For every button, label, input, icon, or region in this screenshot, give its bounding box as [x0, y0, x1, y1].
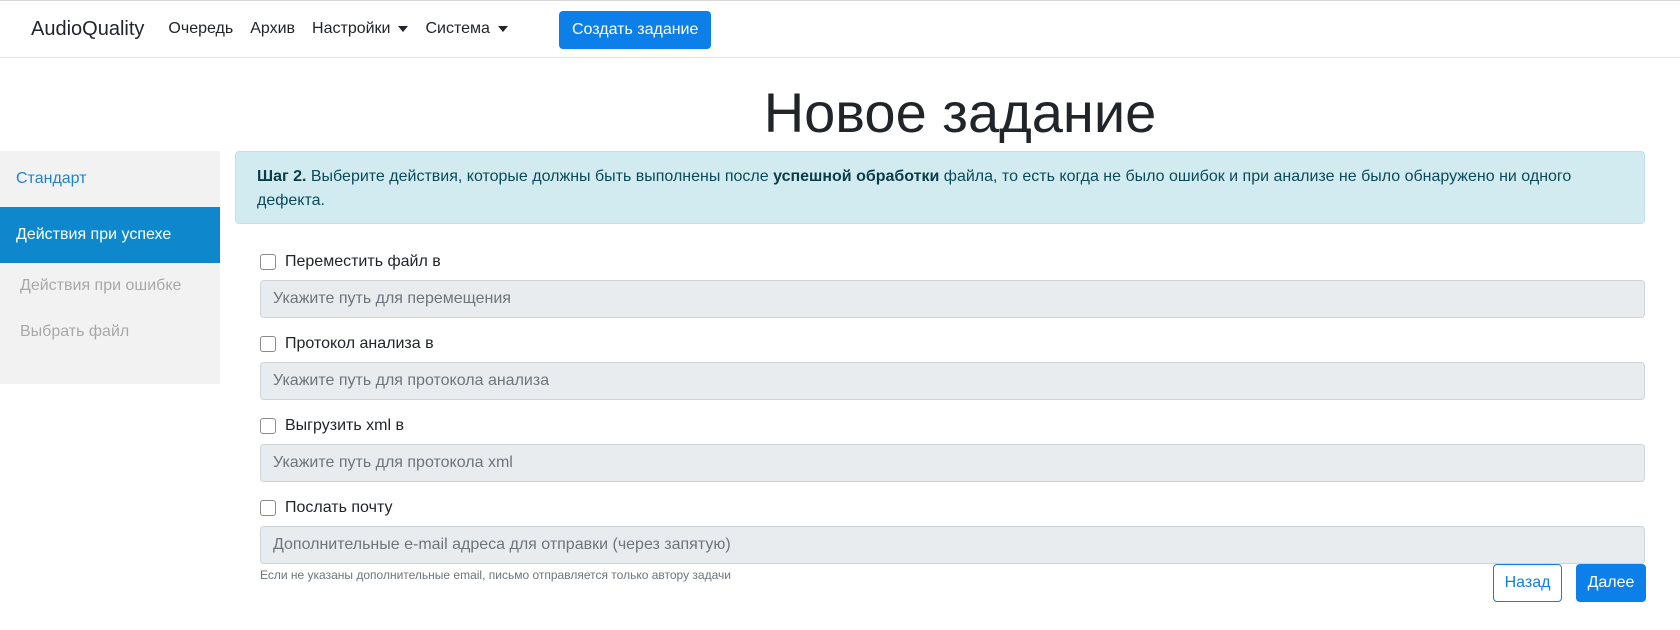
brand-logo[interactable]: AudioQuality	[31, 18, 144, 41]
sidebar-item-standard[interactable]: Стандарт	[0, 151, 220, 207]
mail-checkbox[interactable]	[260, 500, 276, 516]
move-file-group: Переместить файл в Укажите путь для пере…	[260, 250, 1645, 318]
nav-link-queue[interactable]: Очередь	[168, 20, 233, 38]
move-file-checkbox[interactable]	[260, 254, 276, 270]
nav-link-archive[interactable]: Архив	[250, 20, 295, 38]
sidebar-item-select-file: Выбрать файл	[20, 323, 130, 340]
alert-text-before: Выберите действия, которые должны быть в…	[306, 168, 774, 185]
info-alert: Шаг 2. Выберите действия, которые должны…	[235, 151, 1645, 224]
next-button[interactable]: Далее	[1576, 564, 1646, 602]
caret-down-icon	[398, 26, 409, 32]
protocol-label: Протокол анализа в	[285, 335, 434, 352]
xml-option[interactable]: Выгрузить xml в	[260, 414, 1645, 438]
sidebar-item-error-actions: Действия при ошибке	[20, 277, 182, 294]
protocol-option[interactable]: Протокол анализа в	[260, 332, 1645, 356]
alert-emphasis: успешной обработки	[773, 168, 940, 185]
email-addresses-input: Дополнительные e-mail адреса для отправк…	[260, 526, 1645, 564]
mail-group: Послать почту Дополнительные e-mail адре…	[260, 496, 1645, 582]
nav-dropdown-system[interactable]: Система	[425, 20, 508, 38]
back-button[interactable]: Назад	[1493, 564, 1562, 602]
sidebar-item-success-actions[interactable]: Действия при успехе	[0, 207, 220, 263]
nav-link-label: Настройки	[312, 20, 391, 37]
nav-link-label: Система	[425, 20, 490, 37]
move-file-label: Переместить файл в	[285, 253, 441, 270]
success-actions-form: Переместить файл в Укажите путь для пере…	[260, 250, 1645, 596]
move-file-option[interactable]: Переместить файл в	[260, 250, 1645, 274]
create-task-button[interactable]: Создать задание	[559, 11, 712, 49]
caret-down-icon	[497, 26, 508, 32]
nav-dropdown-settings[interactable]: Настройки	[312, 20, 409, 38]
page-title: Новое задание	[763, 81, 1157, 144]
xml-group: Выгрузить xml в Укажите путь для протоко…	[260, 414, 1645, 482]
nav-link-label: Очередь	[168, 20, 234, 37]
navbar: AudioQuality Очередь Архив Настройки Сис…	[0, 1, 1680, 58]
protocol-group: Протокол анализа в Укажите путь для прот…	[260, 332, 1645, 400]
move-path-input: Укажите путь для перемещения	[260, 280, 1645, 318]
mail-label: Послать почту	[285, 499, 393, 516]
mail-help-text: Если не указаны дополнительные email, пи…	[260, 568, 731, 582]
xml-label: Выгрузить xml в	[285, 417, 404, 434]
mail-option[interactable]: Послать почту	[260, 496, 1645, 520]
nav-link-label: Архив	[250, 20, 296, 37]
protocol-checkbox[interactable]	[260, 336, 276, 352]
xml-path-input: Укажите путь для протокола xml	[260, 444, 1645, 482]
protocol-path-input: Укажите путь для протокола анализа	[260, 362, 1645, 400]
alert-step: Шаг 2.	[257, 168, 307, 185]
xml-checkbox[interactable]	[260, 418, 276, 434]
steps-sidebar: Стандарт Действия при успехе Действия пр…	[0, 151, 220, 384]
